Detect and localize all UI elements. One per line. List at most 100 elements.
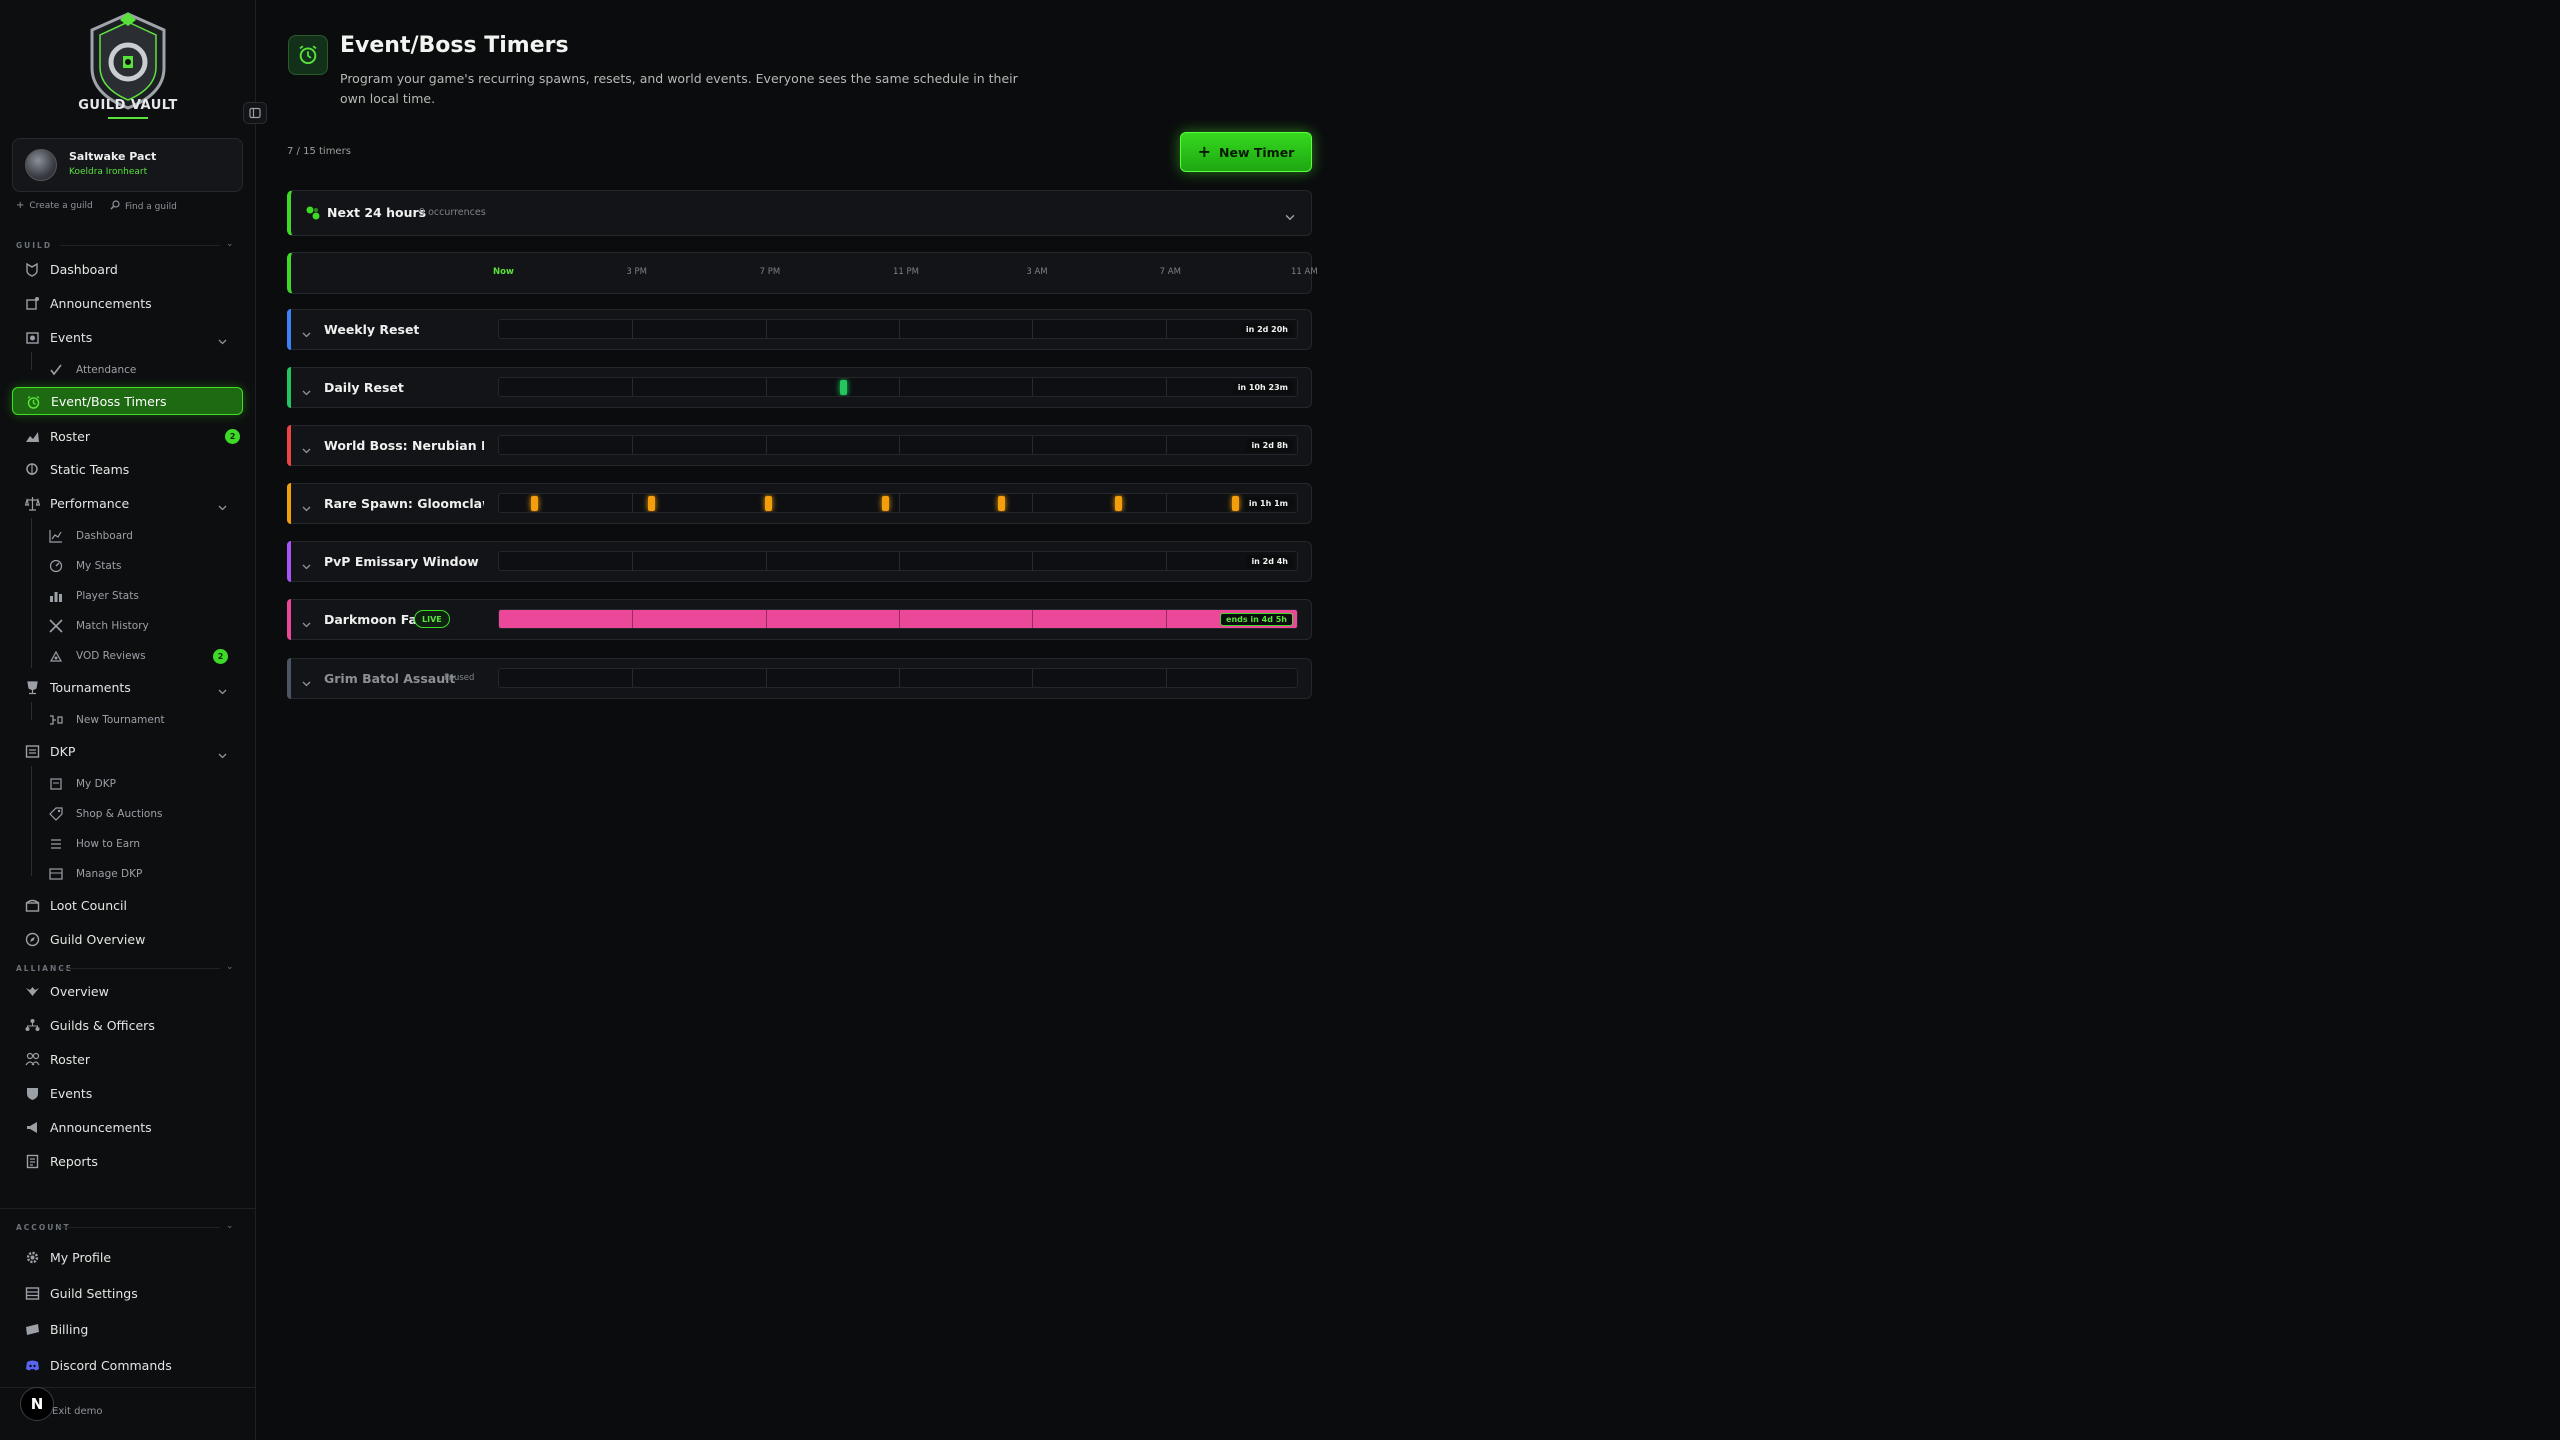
sidebar-item-label: Reports xyxy=(50,1153,98,1169)
sidebar-item-events[interactable]: Events xyxy=(12,323,243,351)
alarm-clock-icon xyxy=(25,395,41,410)
sidebar-subitem-performance-dashboard[interactable]: Dashboard xyxy=(44,524,244,548)
time-until-label: in 1h 1m xyxy=(1243,497,1293,510)
line-chart-icon xyxy=(48,529,63,543)
time-until-label: in 2d 8h xyxy=(1246,439,1293,452)
axis-tick-label: 7 AM xyxy=(1159,267,1181,277)
chevron-down-icon[interactable] xyxy=(302,440,311,459)
chevron-down-icon[interactable] xyxy=(302,673,311,692)
timer-color-stripe xyxy=(287,599,291,640)
sidebar-subitem-match-history[interactable]: Match History xyxy=(44,614,244,638)
timer-row[interactable]: Darkmoon Faire LIVE ends in 4d 5h xyxy=(287,599,1312,640)
sidebar-item-event-boss-timers[interactable]: Event/Boss Timers xyxy=(12,387,243,415)
occurrence-marker[interactable] xyxy=(531,496,539,511)
sidebar-item-discord-commands[interactable]: Discord Commands xyxy=(12,1351,243,1379)
sidebar-item-dashboard[interactable]: Dashboard xyxy=(12,255,243,283)
next-24-hours-panel[interactable]: Next 24 hours 9 occurrences xyxy=(287,190,1312,236)
sidebar-subitem-vod-reviews[interactable]: VOD Reviews 2 xyxy=(44,644,244,668)
sidebar-item-label: Events xyxy=(50,329,93,345)
sidebar-item-guild-overview[interactable]: Guild Overview xyxy=(12,925,243,953)
chevron-down-icon[interactable] xyxy=(218,497,227,516)
sidebar-subitem-shop-auctions[interactable]: Shop & Auctions xyxy=(44,802,244,826)
collapse-sidebar-button[interactable] xyxy=(243,102,267,124)
grid-line xyxy=(1165,552,1167,570)
grid-line xyxy=(632,552,634,570)
roster-count-badge: 2 xyxy=(225,429,240,444)
timer-row[interactable]: Weekly Reset in 2d 20h xyxy=(287,309,1312,350)
occurrence-marker[interactable] xyxy=(840,380,847,395)
sidebar-item-label: Dashboard xyxy=(50,261,118,277)
find-guild-label: Find a guild xyxy=(125,201,177,212)
timer-row[interactable]: PvP Emissary Window in 2d 4h xyxy=(287,541,1312,582)
new-timer-button[interactable]: + New Timer xyxy=(1180,132,1312,172)
chevron-down-icon[interactable] xyxy=(302,498,311,517)
timer-row[interactable]: Rare Spawn: Gloomclaw in 1h 1m xyxy=(287,483,1312,524)
create-guild-link[interactable]: + Create a guild xyxy=(16,200,93,211)
sidebar-item-guild-settings[interactable]: Guild Settings xyxy=(12,1279,243,1307)
occurrence-marker[interactable] xyxy=(881,496,889,511)
sidebar-item-label: Guild Overview xyxy=(50,931,146,947)
occurrence-marker[interactable] xyxy=(764,496,772,511)
find-guild-link[interactable]: Find a guild xyxy=(110,200,177,213)
occurrence-marker[interactable] xyxy=(1232,496,1239,511)
dkp-ledger-icon xyxy=(24,744,40,759)
sidebar-item-announcements[interactable]: Announcements xyxy=(12,289,243,317)
chevron-down-icon[interactable] xyxy=(302,556,311,575)
sidebar-item-alliance-roster[interactable]: Roster xyxy=(12,1045,243,1073)
chevron-down-icon[interactable] xyxy=(1285,207,1295,226)
sidebar-subitem-attendance[interactable]: Attendance xyxy=(44,358,244,382)
sidebar-item-my-profile[interactable]: My Profile xyxy=(12,1243,243,1271)
timer-row[interactable]: Grim Batol Assault Paused xyxy=(287,658,1312,699)
occurrence-marker[interactable] xyxy=(998,496,1006,511)
sidebar-item-roster[interactable]: Roster 2 xyxy=(12,422,243,450)
sidebar-subitem-my-stats[interactable]: My Stats xyxy=(44,554,244,578)
chevron-down-icon[interactable] xyxy=(302,614,311,633)
sidebar-item-label: Events xyxy=(50,1085,93,1101)
chevron-down-icon[interactable] xyxy=(218,681,227,700)
timer-row[interactable]: World Boss: Nerubian Bro... in 2d 8h xyxy=(287,425,1312,466)
sidebar-subitem-player-stats[interactable]: Player Stats xyxy=(44,584,244,608)
guild-vault-logo[interactable]: GUILD VAULT xyxy=(60,10,196,128)
timer-name: Daily Reset xyxy=(324,380,404,395)
chevron-down-icon[interactable] xyxy=(218,331,227,350)
sidebar-subitem-new-tournament[interactable]: New Tournament xyxy=(44,708,244,732)
sidebar-item-label: Dashboard xyxy=(76,530,133,542)
chevron-down-icon[interactable] xyxy=(302,324,311,343)
sidebar-item-loot-council[interactable]: Loot Council xyxy=(12,891,243,919)
section-header-guild: GUILD xyxy=(16,241,53,250)
sidebar-item-label: Billing xyxy=(50,1321,89,1337)
sidebar-item-alliance-events[interactable]: Events xyxy=(12,1079,243,1107)
user-card[interactable]: Saltwake Pact Koeldra Ironheart xyxy=(12,138,243,192)
chevron-down-icon[interactable]: ⌄ xyxy=(226,239,234,249)
occurrence-marker[interactable] xyxy=(1115,496,1123,511)
timer-color-stripe xyxy=(287,367,291,408)
sidebar-item-tournaments[interactable]: Tournaments xyxy=(12,673,243,701)
sidebar-item-dkp[interactable]: DKP xyxy=(12,737,243,765)
sidebar-item-guilds-officers[interactable]: Guilds & Officers xyxy=(12,1011,243,1039)
sidebar-subitem-manage-dkp[interactable]: Manage DKP xyxy=(44,862,244,886)
chevron-down-icon[interactable]: ⌄ xyxy=(226,1221,234,1231)
sidebar-item-billing[interactable]: Billing xyxy=(12,1315,243,1343)
sidebar-item-alliance-overview[interactable]: Overview xyxy=(12,977,243,1005)
grid-line xyxy=(632,436,634,454)
grid-line xyxy=(1032,610,1034,628)
timer-row[interactable]: Daily Reset in 10h 23m xyxy=(287,367,1312,408)
chevron-down-icon[interactable] xyxy=(302,382,311,401)
grid-line xyxy=(765,320,767,338)
sidebar-item-label: Guild Settings xyxy=(50,1285,138,1301)
n-avatar-button[interactable]: N xyxy=(20,1387,54,1421)
sidebar-item-label: Event/Boss Timers xyxy=(51,393,167,409)
chevron-down-icon[interactable] xyxy=(218,745,227,764)
sidebar-subitem-how-to-earn[interactable]: How to Earn xyxy=(44,832,244,856)
sidebar-item-alliance-announcements[interactable]: Announcements xyxy=(12,1113,243,1141)
timer-name: Grim Batol Assault xyxy=(324,671,456,686)
sidebar-item-static-teams[interactable]: Static Teams xyxy=(12,455,243,483)
sidebar-item-performance[interactable]: Performance xyxy=(12,489,243,517)
announcements-icon xyxy=(24,296,40,311)
exit-demo-link[interactable]: Exit demo xyxy=(52,1406,102,1417)
sidebar-subitem-my-dkp[interactable]: My DKP xyxy=(44,772,244,796)
sidebar-item-reports[interactable]: Reports xyxy=(12,1147,243,1175)
occurrence-marker[interactable] xyxy=(648,496,655,511)
stats-gauge-icon xyxy=(48,559,63,573)
chevron-down-icon[interactable]: ⌄ xyxy=(226,962,234,972)
